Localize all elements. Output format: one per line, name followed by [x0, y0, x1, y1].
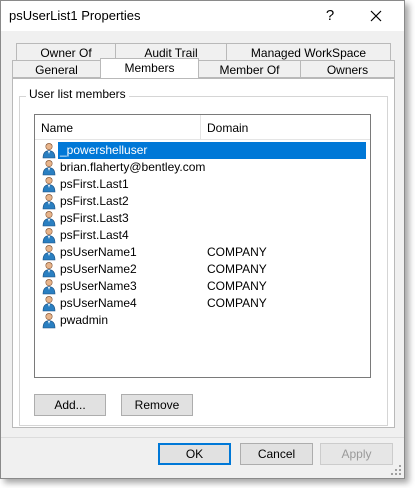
close-icon[interactable] — [361, 5, 391, 27]
tab-members[interactable]: Members — [100, 58, 199, 78]
user-icon — [41, 312, 57, 329]
user-icon — [41, 244, 57, 261]
tab-managed-workspace[interactable]: Managed WorkSpace — [226, 43, 391, 61]
user-icon — [41, 159, 57, 176]
add-button[interactable]: Add... — [34, 394, 106, 416]
member-name: _powershelluser — [58, 142, 366, 159]
member-name: psFirst.Last2 — [60, 194, 129, 208]
remove-button[interactable]: Remove — [121, 394, 193, 416]
user-icon — [41, 278, 57, 295]
member-domain: COMPANY — [207, 245, 267, 259]
list-item[interactable]: psUserName4 COMPANY — [39, 295, 366, 312]
user-icon — [41, 142, 57, 159]
list-item[interactable]: pwadmin — [39, 312, 366, 329]
members-list[interactable]: Name Domain _powershelluser brian.flahert… — [34, 114, 371, 378]
title-bar[interactable]: psUserList1 Properties ? — [1, 1, 404, 31]
tab-owners[interactable]: Owners — [300, 60, 395, 78]
list-item[interactable]: _powershelluser — [39, 142, 366, 159]
member-name: brian.flaherty@bentley.com — [60, 160, 206, 174]
user-icon — [41, 295, 57, 312]
member-name: psUserName3 — [60, 279, 137, 293]
column-divider[interactable] — [200, 115, 201, 139]
user-icon — [41, 210, 57, 227]
list-item[interactable]: psFirst.Last3 — [39, 210, 366, 227]
column-header-domain[interactable]: Domain — [207, 115, 248, 139]
member-domain: COMPANY — [207, 262, 267, 276]
list-item[interactable]: psUserName1 COMPANY — [39, 244, 366, 261]
user-icon — [41, 176, 57, 193]
member-name: psUserName1 — [60, 245, 137, 259]
cancel-button[interactable]: Cancel — [240, 443, 313, 465]
resize-grip-icon[interactable] — [391, 465, 401, 475]
apply-button[interactable]: Apply — [320, 443, 393, 465]
groupbox-label: User list members — [26, 87, 129, 101]
list-item[interactable]: psFirst.Last2 — [39, 193, 366, 210]
window-title: psUserList1 Properties — [9, 8, 141, 23]
tab-member-of[interactable]: Member Of — [198, 60, 301, 78]
list-item[interactable]: psUserName2 COMPANY — [39, 261, 366, 278]
member-name: psUserName2 — [60, 262, 137, 276]
help-icon[interactable]: ? — [319, 5, 341, 27]
member-domain: COMPANY — [207, 296, 267, 310]
footer-divider — [1, 437, 404, 438]
user-icon — [41, 193, 57, 210]
ok-button[interactable]: OK — [158, 443, 231, 465]
member-name: psUserName4 — [60, 296, 137, 310]
member-domain: COMPANY — [207, 279, 267, 293]
user-icon — [41, 227, 57, 244]
list-item[interactable]: psFirst.Last1 — [39, 176, 366, 193]
list-item[interactable]: psFirst.Last4 — [39, 227, 366, 244]
member-name: pwadmin — [60, 313, 109, 327]
list-header: Name Domain — [35, 115, 370, 140]
list-item[interactable]: brian.flaherty@bentley.com — [39, 159, 366, 176]
user-icon — [41, 261, 57, 278]
list-item[interactable]: psUserName3 COMPANY — [39, 278, 366, 295]
member-name: psFirst.Last1 — [60, 177, 129, 191]
properties-dialog: psUserList1 Properties ? Owner Of Audit … — [0, 0, 405, 479]
member-name: psFirst.Last3 — [60, 211, 129, 225]
member-name: psFirst.Last4 — [60, 228, 129, 242]
tab-general[interactable]: General — [12, 60, 101, 78]
column-header-name[interactable]: Name — [41, 115, 73, 139]
